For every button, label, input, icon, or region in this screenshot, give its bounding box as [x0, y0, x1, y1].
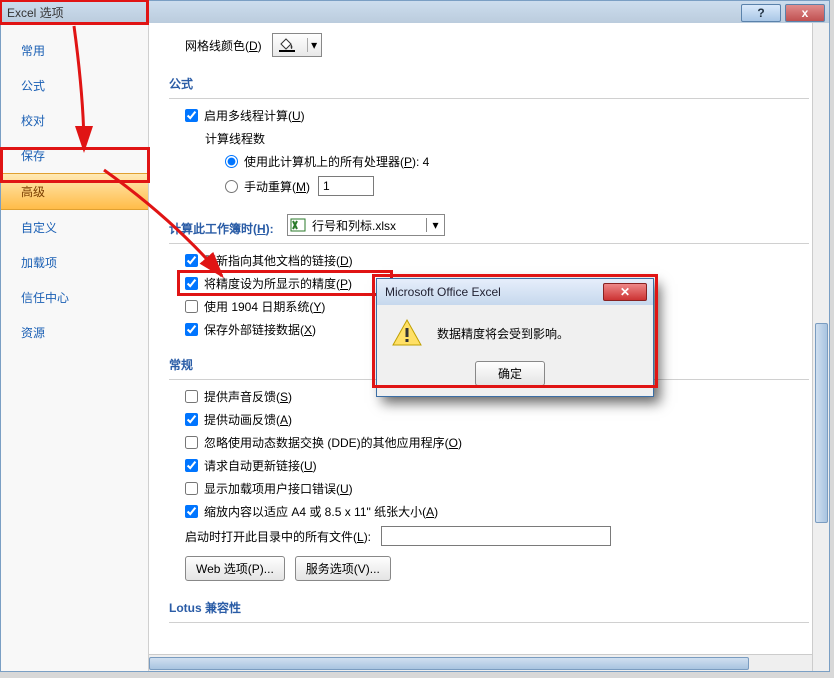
vertical-scrollbar[interactable] [812, 23, 829, 671]
dde-label: 忽略使用动态数据交换 (DDE)的其他应用程序(O) [204, 434, 462, 451]
anim-label: 提供动画反馈(A) [204, 411, 292, 428]
service-options-button[interactable]: 服务选项(V)... [295, 556, 391, 581]
sidebar-item-save[interactable]: 保存 [1, 138, 148, 173]
section-workbook: 计算此工作簿时(H): 行号和列标.xlsx ▾ [169, 206, 809, 244]
dialog-body: 数据精度将会受到影响。 [377, 305, 653, 361]
multithread-checkbox[interactable] [185, 109, 198, 122]
save-ext-label: 保存外部链接数据(X) [204, 321, 316, 338]
sidebar-item-common[interactable]: 常用 [1, 33, 148, 68]
dialog-title: Microsoft Office Excel [385, 285, 501, 299]
buttons-row: Web 选项(P)... 服务选项(V)... [185, 556, 809, 581]
sidebar: 常用 公式 校对 保存 高级 自定义 加载项 信任中心 资源 [1, 23, 149, 671]
dde-checkbox[interactable] [185, 436, 198, 449]
save-ext-checkbox[interactable] [185, 323, 198, 336]
all-cpu-radio[interactable] [225, 155, 238, 168]
update-links-label: 更新指向其他文档的链接(D) [204, 252, 353, 269]
precision-warning-dialog: Microsoft Office Excel ✕ 数据精度将会受到影响。 确定 [376, 278, 654, 397]
all-cpu-row: 使用此计算机上的所有处理器(P): 4 [225, 153, 809, 170]
horizontal-scrollbar[interactable] [149, 654, 812, 671]
section-lotus: Lotus 兼容性 [169, 591, 809, 623]
dropdown-arrow-icon: ▾ [426, 218, 444, 232]
update-links-checkbox[interactable] [185, 254, 198, 267]
manual-radio[interactable] [225, 180, 238, 193]
sidebar-item-formula[interactable]: 公式 [1, 68, 148, 103]
threads-label-row: 计算线程数 [205, 130, 809, 147]
window-title: Excel 选项 [7, 4, 64, 21]
sidebar-item-trust[interactable]: 信任中心 [1, 280, 148, 315]
sidebar-item-customize[interactable]: 自定义 [1, 210, 148, 245]
sidebar-item-proofing[interactable]: 校对 [1, 103, 148, 138]
paint-bucket-icon [277, 38, 303, 52]
anim-checkbox[interactable] [185, 413, 198, 426]
addin-err-checkbox[interactable] [185, 482, 198, 495]
date1904-label: 使用 1904 日期系统(Y) [204, 298, 325, 315]
dialog-close-button[interactable]: ✕ [603, 283, 647, 301]
gridline-color-row: 网格线颜色(D) ▾ [185, 33, 809, 57]
autoup-label: 请求自动更新链接(U) [204, 457, 317, 474]
a4-label: 缩放内容以适应 A4 或 8.5 x 11" 纸张大小(A) [204, 503, 438, 520]
all-cpu-label: 使用此计算机上的所有处理器(P): 4 [244, 153, 429, 170]
threads-label: 计算线程数 [205, 130, 265, 147]
a4-checkbox[interactable] [185, 505, 198, 518]
dialog-ok-button[interactable]: 确定 [475, 361, 545, 386]
web-options-button[interactable]: Web 选项(P)... [185, 556, 285, 581]
startup-label: 启动时打开此目录中的所有文件(L): [185, 528, 371, 545]
titlebar-buttons: ? x [741, 2, 829, 22]
date1904-checkbox[interactable] [185, 300, 198, 313]
warning-icon [391, 317, 423, 349]
workbook-select[interactable]: 行号和列标.xlsx ▾ [287, 214, 445, 236]
workbook-name: 行号和列标.xlsx [308, 217, 426, 234]
autoup-checkbox[interactable] [185, 459, 198, 472]
precision-checkbox[interactable] [185, 277, 198, 290]
scrollbar-thumb[interactable] [815, 323, 828, 523]
manual-row: 手动重算(M) [225, 176, 809, 196]
scrollbar-thumb[interactable] [149, 657, 749, 670]
multithread-row: 启用多线程计算(U) [185, 107, 809, 124]
dialog-titlebar: Microsoft Office Excel ✕ [377, 279, 653, 305]
section-formula: 公式 [169, 67, 809, 99]
addin-err-label: 显示加载项用户接口错误(U) [204, 480, 353, 497]
dialog-buttons: 确定 [377, 361, 653, 396]
dropdown-arrow-icon: ▾ [307, 38, 321, 52]
manual-threads-input[interactable] [318, 176, 374, 196]
multithread-label: 启用多线程计算(U) [204, 107, 305, 124]
manual-label: 手动重算(M) [244, 178, 310, 195]
titlebar: Excel 选项 ? x [1, 1, 829, 23]
sound-checkbox[interactable] [185, 390, 198, 403]
help-button[interactable]: ? [741, 4, 781, 22]
sidebar-item-advanced[interactable]: 高级 [1, 173, 148, 210]
startup-path-input[interactable] [381, 526, 611, 546]
close-button[interactable]: x [785, 4, 825, 22]
sidebar-item-resources[interactable]: 资源 [1, 315, 148, 350]
startup-row: 启动时打开此目录中的所有文件(L): [185, 526, 809, 546]
excel-file-icon [288, 216, 308, 234]
sound-label: 提供声音反馈(S) [204, 388, 292, 405]
precision-label: 将精度设为所显示的精度(P) [204, 275, 352, 292]
gridline-color-picker[interactable]: ▾ [272, 33, 322, 57]
gridline-color-label: 网格线颜色(D) [185, 37, 262, 54]
sidebar-item-addins[interactable]: 加载项 [1, 245, 148, 280]
dialog-message: 数据精度将会受到影响。 [437, 325, 569, 342]
